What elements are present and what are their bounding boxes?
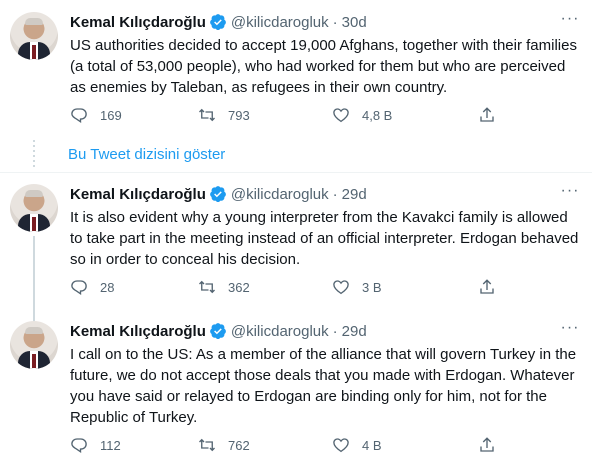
author-handle[interactable]: @kilicdarogluk	[231, 323, 329, 340]
separator-dot: ·	[332, 13, 338, 31]
share-button[interactable]	[478, 278, 496, 296]
tweet-header: Kemal Kılıçdaroğlu @kilicdarogluk · 29d	[70, 321, 367, 341]
reply-count: 169	[100, 107, 122, 123]
like-count: 3 B	[362, 279, 382, 295]
divider	[0, 172, 592, 173]
retweet-count: 362	[228, 279, 250, 295]
reply-icon	[71, 438, 87, 454]
avatar[interactable]	[10, 321, 58, 369]
retweet-button[interactable]: 362	[198, 278, 250, 296]
share-icon	[480, 437, 494, 452]
tweet-actions: 28 362 3 B	[70, 278, 520, 300]
verified-badge-icon	[210, 323, 226, 339]
heart-icon	[333, 438, 349, 453]
share-button[interactable]	[478, 106, 496, 124]
author-name[interactable]: Kemal Kılıçdaroğlu	[70, 186, 206, 203]
more-options-icon[interactable]: ···	[560, 183, 580, 204]
tweet-timestamp[interactable]: 29d	[342, 323, 367, 340]
separator-dot: ·	[332, 322, 338, 340]
like-button[interactable]: 3 B	[332, 278, 382, 296]
heart-icon	[333, 108, 349, 123]
more-options-icon[interactable]: ···	[560, 11, 580, 32]
reply-count: 28	[100, 279, 115, 295]
like-count: 4 B	[362, 437, 382, 453]
tweet-timestamp[interactable]: 29d	[342, 186, 367, 203]
tweet-timestamp[interactable]: 30d	[342, 14, 367, 31]
verified-badge-icon	[210, 186, 226, 202]
retweet-icon	[199, 108, 215, 122]
avatar[interactable]	[10, 184, 58, 232]
reply-icon	[71, 108, 87, 124]
share-icon	[480, 107, 494, 122]
author-handle[interactable]: @kilicdarogluk	[231, 14, 329, 31]
like-count: 4,8 B	[362, 107, 393, 123]
avatar[interactable]	[10, 12, 58, 60]
retweet-icon	[199, 280, 215, 294]
reply-button[interactable]: 112	[70, 436, 121, 454]
retweet-count: 762	[228, 437, 250, 453]
tweet-text: It is also evident why a young interpret…	[70, 209, 579, 268]
thread-line	[33, 236, 35, 330]
tweet-text: US authorities decided to accept 19,000 …	[70, 37, 577, 96]
reply-count: 112	[100, 437, 121, 453]
share-button[interactable]	[478, 436, 496, 454]
retweet-button[interactable]: 762	[198, 436, 250, 454]
tweet-actions: 112 762 4 B	[70, 436, 520, 458]
separator-dot: ·	[332, 185, 338, 203]
like-button[interactable]: 4,8 B	[332, 106, 392, 124]
reply-button[interactable]: 169	[70, 106, 122, 124]
author-name[interactable]: Kemal Kılıçdaroğlu	[70, 323, 206, 340]
tweet-header: Kemal Kılıçdaroğlu @kilicdarogluk · 29d	[70, 184, 367, 204]
tweet-actions: 169 793 4,8 B	[70, 106, 520, 128]
share-icon	[480, 279, 494, 294]
more-options-icon[interactable]: ···	[560, 320, 580, 341]
author-name[interactable]: Kemal Kılıçdaroğlu	[70, 14, 206, 31]
retweet-icon	[199, 438, 215, 452]
heart-icon	[333, 280, 349, 295]
reply-icon	[71, 280, 87, 296]
tweet-header: Kemal Kılıçdaroğlu @kilicdarogluk · 30d	[70, 12, 367, 32]
tweet-text: I call on to the US: As a member of the …	[70, 346, 577, 426]
reply-button[interactable]: 28	[70, 278, 114, 296]
thread-connector	[33, 140, 35, 170]
like-button[interactable]: 4 B	[332, 436, 382, 454]
verified-badge-icon	[210, 14, 226, 30]
show-thread-link[interactable]: Bu Tweet dizisini göster	[68, 146, 225, 163]
retweet-button[interactable]: 793	[198, 106, 250, 124]
retweet-count: 793	[228, 107, 250, 123]
author-handle[interactable]: @kilicdarogluk	[231, 186, 329, 203]
